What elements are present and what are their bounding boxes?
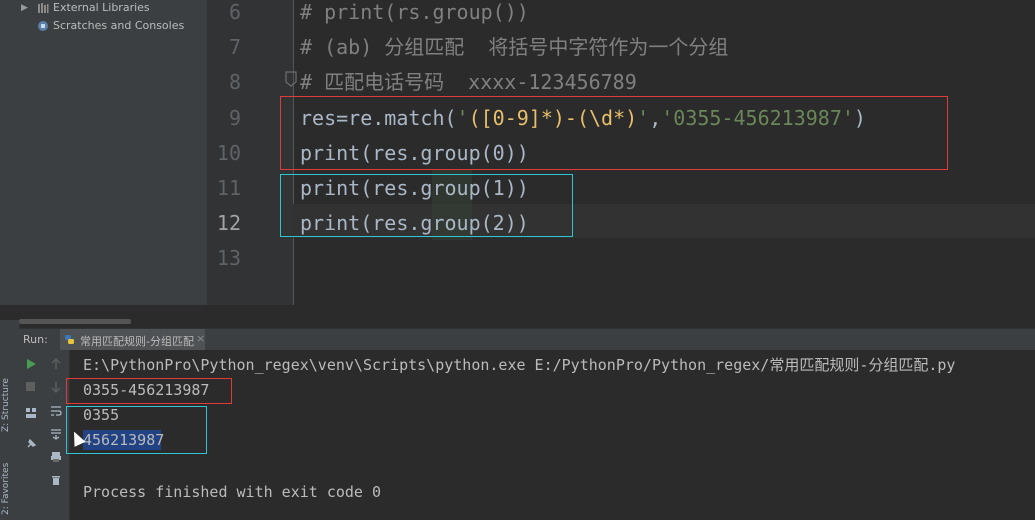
console-line-command: E:\PythonPro\Python_regex\venv\Scripts\p… [83, 356, 956, 374]
run-label: Run: [23, 333, 48, 346]
horizontal-scrollbar[interactable] [19, 319, 131, 324]
tree-item-label: Scratches and Consoles [53, 19, 185, 32]
layout-icon[interactable] [25, 407, 37, 419]
print-icon[interactable] [50, 451, 62, 463]
scratches-icon [38, 21, 48, 31]
code-token: # 匹配电话号码 xxxx-123456789 [300, 70, 637, 95]
line-number: 9 [228, 105, 241, 130]
line-number: 13 [216, 246, 241, 271]
code-token: # print(rs.group()) [300, 0, 529, 24]
tree-item-scratches[interactable]: Scratches and Consoles [21, 17, 207, 35]
stop-icon[interactable] [25, 381, 36, 392]
favorites-tab[interactable]: 2: Favorites [1, 458, 18, 520]
library-icon [38, 3, 49, 13]
code-line[interactable]: # (ab) 分组匹配 将括号中字符作为一个分组 [300, 32, 728, 62]
close-tab-icon[interactable]: × [196, 332, 205, 345]
left-tool-strip: Z: Structure 2: Favorites [0, 0, 20, 520]
line-number: 6 [228, 0, 241, 24]
code-line[interactable]: # print(rs.group()) [300, 0, 529, 27]
line-number: 7 [228, 35, 241, 60]
code-line[interactable]: # 匹配电话号码 xxxx-123456789 [300, 67, 637, 97]
annotation-red-box-code [280, 96, 948, 170]
console-line-exit: Process finished with exit code 0 [83, 483, 382, 501]
trash-icon[interactable] [50, 474, 62, 486]
python-icon [65, 335, 74, 344]
scroll-to-end-icon[interactable] [50, 428, 62, 440]
structure-tab[interactable]: Z: Structure [1, 370, 18, 440]
editor-bottom-bar [0, 305, 1035, 320]
scroll-up-icon[interactable] [50, 358, 62, 370]
line-number: 10 [216, 140, 241, 165]
line-number: 12 [216, 211, 241, 236]
project-panel: ▶ External Libraries Scratches and Conso… [19, 0, 207, 320]
fold-icon[interactable] [284, 70, 298, 88]
rerun-icon[interactable] [25, 358, 37, 370]
code-token: # (ab) 分组匹配 将括号中字符作为一个分组 [300, 35, 729, 60]
pin-icon[interactable] [25, 438, 37, 450]
scroll-down-icon[interactable] [50, 381, 62, 393]
tree-item-external-libraries[interactable]: ▶ External Libraries [21, 0, 207, 17]
line-number: 8 [228, 70, 241, 95]
annotation-cyan-box-code [280, 174, 573, 237]
annotation-cyan-box-output [66, 406, 207, 454]
soft-wrap-icon[interactable] [50, 405, 62, 417]
expand-arrow-icon[interactable]: ▶ [21, 0, 31, 17]
line-number: 11 [216, 176, 241, 200]
tree-item-label: External Libraries [53, 1, 150, 14]
annotation-red-box-output [66, 378, 232, 404]
run-tab-title: 常用匹配规则-分组匹配 [80, 335, 194, 348]
run-toolbar-left [19, 350, 43, 520]
